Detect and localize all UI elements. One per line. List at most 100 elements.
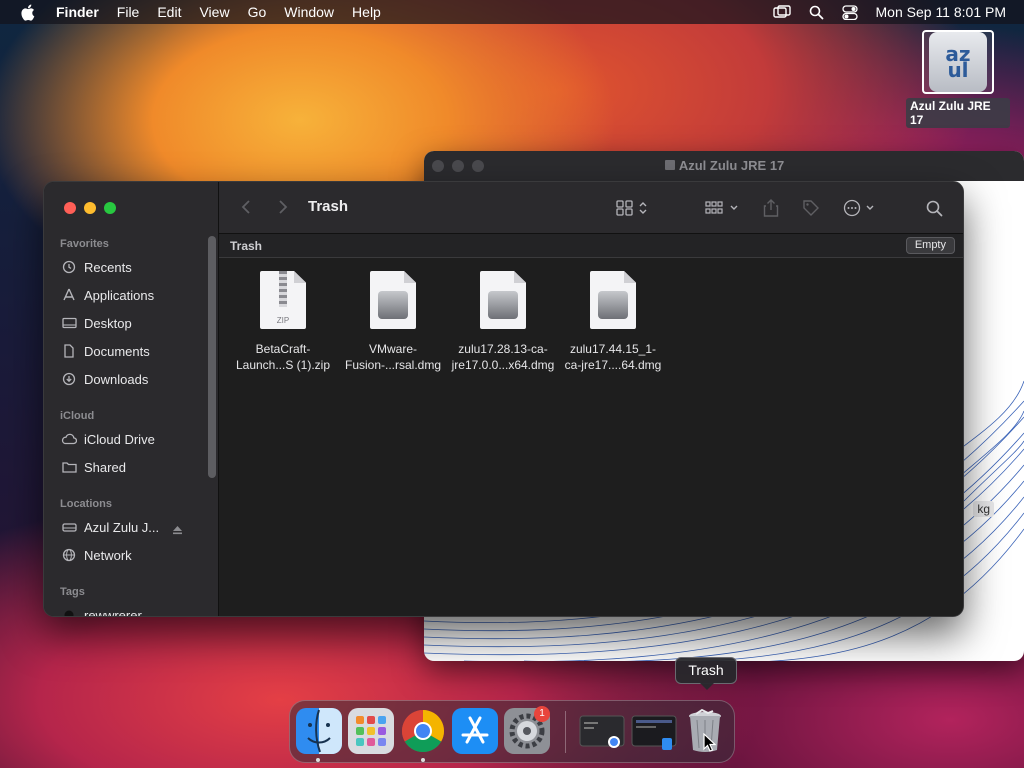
path-bar-label: Trash [230,239,263,253]
sidebar-item-recents[interactable]: Recents [60,256,210,278]
sidebar-item-label: Applications [84,287,155,303]
sidebar-item-downloads[interactable]: Downloads [60,368,210,390]
cloud-icon [60,430,78,448]
disk-image-icon: az ul [922,30,994,94]
file-name: BetaCraft- Launch...S (1).zip [235,342,331,372]
sidebar-item-label: Network [84,547,132,563]
path-bar: Trash Empty [219,234,963,258]
sidebar-section-tags: Tags [60,586,85,598]
disk-image-file-icon [590,271,636,329]
disk-small-icon [664,160,675,170]
sidebar-item-applications[interactable]: Applications [60,284,210,306]
sidebar-section-locations: Locations [60,498,112,510]
launchpad-app-icon[interactable] [348,708,394,754]
dock-tooltip-arrow [700,683,714,690]
finder-window[interactable]: Favorites Recents Applications Desktop D… [43,181,964,617]
apple-menu-icon[interactable] [16,1,38,23]
finder-app-icon[interactable] [296,708,342,754]
chevron-down-icon [866,205,874,210]
desktop-disk-azul-zulu[interactable]: az ul Azul Zulu JRE 17 [906,30,1010,128]
view-mode-icon[interactable] [616,197,648,219]
screen-mirroring-icon[interactable] [772,5,791,19]
document-icon [60,342,78,360]
menu-app-name[interactable]: Finder [56,4,99,20]
zoom-button[interactable] [104,202,116,214]
sidebar-item-azul-zulu-disk[interactable]: Azul Zulu J... [60,516,210,538]
mouse-cursor-icon [703,733,717,752]
sidebar-item-network[interactable]: Network [60,544,210,566]
sidebar-item-label: Desktop [84,315,132,331]
background-window-titlebar[interactable]: Azul Zulu JRE 17 [424,151,1024,181]
clock-icon [60,258,78,276]
sidebar-item-label: iCloud Drive [84,431,155,447]
sidebar-section-favorites: Favorites [60,238,109,250]
external-drive-icon [60,518,78,536]
sidebar-item-icloud-drive[interactable]: iCloud Drive [60,428,210,450]
running-indicator-chrome [421,758,425,762]
forward-arrow-icon[interactable] [278,199,288,215]
file-name: zulu17.28.13-ca- jre17.0.0...x64.dmg [451,342,555,372]
running-indicator-finder [316,758,320,762]
file-item[interactable]: zulu17.44.15_1- ca-jre17....64.dmg [557,271,669,373]
notification-badge: 1 [534,706,550,722]
desktop-icon [60,314,78,332]
azul-logo: az ul [929,32,987,92]
sidebar-item-tag[interactable]: rewwrerer [60,604,210,616]
sidebar-item-label: Recents [84,259,132,275]
app-store-app-icon[interactable] [452,708,498,754]
eject-icon[interactable] [172,522,183,540]
menu-view[interactable]: View [199,4,229,20]
chrome-window-thumbnail[interactable] [630,708,678,754]
sidebar-item-label: Documents [84,343,150,359]
finder-window-title: Trash [308,198,349,215]
sidebar-section-icloud: iCloud [60,410,95,422]
sidebar-item-label: Downloads [84,371,149,387]
menu-bar-clock[interactable]: Mon Sep 11 8:01 PM [876,4,1006,20]
minimize-button[interactable] [84,202,96,214]
menu-help[interactable]: Help [352,4,381,20]
control-center-icon[interactable] [841,4,858,20]
background-window-title: Azul Zulu JRE 17 [424,151,1024,181]
shared-folder-icon [60,458,78,476]
dock: 1 [289,700,735,763]
sidebar-item-desktop[interactable]: Desktop [60,312,210,334]
back-arrow-icon[interactable] [241,199,251,215]
tag-icon[interactable] [802,197,820,219]
sidebar-item-shared[interactable]: Shared [60,456,210,478]
desktop-disk-label: Azul Zulu JRE 17 [906,98,1010,128]
sidebar-scrollbar[interactable] [208,236,216,478]
up-down-chevron-icon [639,202,647,214]
sidebar-item-documents[interactable]: Documents [60,340,210,362]
share-icon[interactable] [763,197,779,219]
menu-edit[interactable]: Edit [157,4,181,20]
file-item[interactable]: VMware- Fusion-...rsal.dmg [337,271,449,373]
menu-window[interactable]: Window [284,4,334,20]
empty-trash-button[interactable]: Empty [905,237,955,254]
menu-bar: Finder File Edit View Go Window Help Mon… [0,0,1024,24]
file-item[interactable]: ZIP BetaCraft- Launch...S (1).zip [227,271,339,373]
file-grid: ZIP BetaCraft- Launch...S (1).zip VMware… [219,259,963,616]
dock-tooltip: Trash [675,657,737,684]
globe-icon [60,546,78,564]
chevron-down-icon [730,205,738,210]
close-button[interactable] [64,202,76,214]
disk-image-file-icon [480,271,526,329]
disk-image-file-icon [370,271,416,329]
more-actions-icon[interactable] [843,197,875,219]
search-icon[interactable] [926,197,943,219]
tag-dot-icon [60,606,78,616]
finder-window-thumbnail[interactable] [578,708,626,754]
group-by-icon[interactable] [705,197,739,219]
sidebar-item-label: Azul Zulu J... [84,519,160,535]
menu-go[interactable]: Go [248,4,267,20]
system-settings-app-icon[interactable]: 1 [504,706,550,754]
chrome-app-icon[interactable] [400,708,446,754]
menu-file[interactable]: File [117,4,140,20]
package-label-partial[interactable]: kg [973,501,994,517]
applications-icon [60,286,78,304]
zip-file-icon-text: ZIP [276,316,290,325]
spotlight-search-icon[interactable] [809,5,824,20]
zip-file-icon: ZIP [260,271,306,329]
file-item[interactable]: zulu17.28.13-ca- jre17.0.0...x64.dmg [447,271,559,373]
file-name: VMware- Fusion-...rsal.dmg [344,342,442,372]
